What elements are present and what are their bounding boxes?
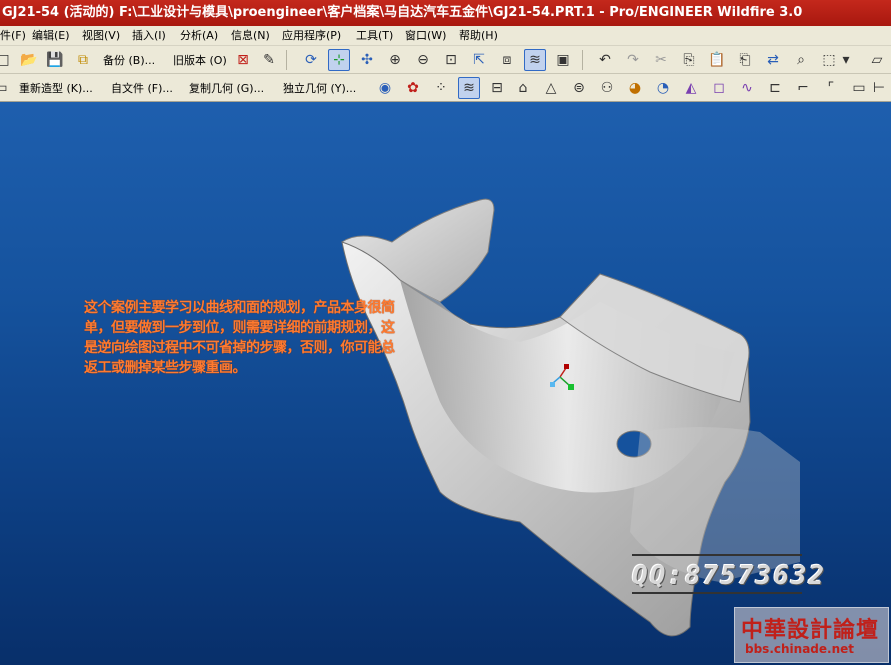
annotation-text: 这个案例主要学习以曲线和面的规划，产品本身很简单，但要做到一步到位，则需要详细的… [84,300,395,376]
selection-box-icon[interactable]: ⬚ [818,49,840,71]
trim-icon[interactable]: ⊢ [868,77,890,99]
menu-insert[interactable]: 插入(I) [132,26,166,46]
menu-bar: 件(F) 编辑(E) 视图(V) 插入(I) 分析(A) 信息(N) 应用程序(… [0,26,891,46]
view-manager-icon[interactable]: ⧈ [496,49,518,71]
menu-info[interactable]: 信息(N) [231,26,270,46]
blend-icon[interactable]: ⚇ [596,77,618,99]
new-file-icon[interactable]: □ [0,49,14,71]
paste-special-icon[interactable]: ⎗ [734,49,756,71]
zoom-out-icon[interactable]: ⊖ [412,49,434,71]
surface-icon[interactable]: ▭ [848,77,870,99]
zoom-fit-icon[interactable]: ⊡ [440,49,462,71]
copy-icon[interactable]: ⎘ [678,49,700,71]
main-toolbar: □ 📂 💾 ⧉ 备份 (B)... 旧版本 (O) ⊠ ✎ ⟳ ⊹ ✣ ⊕ ⊖ … [0,46,891,74]
menu-view[interactable]: 视图(V) [82,26,120,46]
color-wheel-icon[interactable]: ✿ [402,77,424,99]
dropdown-arrow-icon[interactable]: ▾ [840,49,852,71]
forum-logo-url: bbs.chinade.net [745,642,854,656]
menu-applications[interactable]: 应用程序(P) [282,26,341,46]
regenerate-icon[interactable]: ⟳ [300,49,322,71]
boundary-icon[interactable]: ⊏ [764,77,786,99]
toolbar-separator [286,50,287,70]
graphics-viewport[interactable]: 这个案例主要学习以曲线和面的规划，产品本身很简单，但要做到一步到位，则需要详细的… [0,102,891,665]
window-title: GJ21-54 (活动的) F:\工业设计与模具\proengineer\客户档… [0,0,891,26]
cut-icon[interactable]: ✂ [650,49,672,71]
menu-window[interactable]: 窗口(W) [405,26,446,46]
qq-watermark: QQ:87573632 [632,554,824,594]
saved-views-icon[interactable]: ▣ [552,49,574,71]
appearance-icon[interactable]: ◉ [374,77,396,99]
feature-toolbar: ▭ 重新造型 (K)... 自文件 (F)... 复制几何 (G)... 独立几… [0,74,891,102]
backup-button[interactable]: 备份 (B)... [100,49,158,71]
sketch-plane-icon[interactable]: ▱ [866,49,888,71]
no-hidden-icon[interactable]: ◻ [708,77,730,99]
edge-icon[interactable]: ⌐ [792,77,814,99]
copy-geometry-button[interactable]: 复制几何 (G)... [186,77,267,99]
menu-file[interactable]: 件(F) [0,26,26,46]
curve-icon[interactable]: ∿ [736,77,758,99]
forum-logo: 中華設計論壇 bbs.chinade.net [734,607,889,663]
redo-icon[interactable]: ↷ [622,49,644,71]
shape-icon[interactable]: ▭ [0,77,12,99]
datum-plane-icon[interactable]: ⊟ [486,77,508,99]
sketch-tool-icon[interactable]: ✣ [356,49,378,71]
reorient-icon[interactable]: ⇱ [468,49,490,71]
paste-icon[interactable]: 📋 [706,49,728,71]
old-version-button[interactable]: 旧版本 (O) [170,49,230,71]
corner-icon[interactable]: ⌜ [820,77,842,99]
undo-icon[interactable]: ↶ [594,49,616,71]
from-file-button[interactable]: 自文件 (F)... [108,77,176,99]
save-copy-icon[interactable]: ⧉ [72,49,94,71]
revolve-icon[interactable]: △ [540,77,562,99]
wireframe-icon[interactable]: ◔ [652,77,674,99]
menu-edit[interactable]: 编辑(E) [32,26,70,46]
open-file-icon[interactable]: 📂 [18,49,40,71]
find-icon[interactable]: ⌕ [790,49,812,71]
datum-point-icon[interactable]: ⁘ [430,77,452,99]
layer-tree-icon[interactable]: ≋ [458,77,480,99]
restyle-button[interactable]: 重新造型 (K)... [16,77,96,99]
edit-pencil-icon[interactable]: ✎ [258,49,280,71]
extrude-icon[interactable]: ⌂ [512,77,534,99]
menu-tools[interactable]: 工具(T) [356,26,393,46]
layers-icon[interactable]: ≋ [524,49,546,71]
hidden-line-icon[interactable]: ◭ [680,77,702,99]
independent-geometry-button[interactable]: 独立几何 (Y)... [280,77,359,99]
toolbar-separator [582,50,583,70]
shade-icon[interactable]: ◕ [624,77,646,99]
close-window-icon[interactable]: ⊠ [232,49,254,71]
sweep-icon[interactable]: ⊜ [568,77,590,99]
zoom-in-icon[interactable]: ⊕ [384,49,406,71]
forum-logo-cn: 中華設計論壇 [741,617,880,643]
save-icon[interactable]: 💾 [44,49,66,71]
menu-help[interactable]: 帮助(H) [459,26,498,46]
menu-analysis[interactable]: 分析(A) [180,26,218,46]
datum-axis-icon[interactable]: ⊹ [328,49,350,71]
regenerate-manager-icon[interactable]: ⇄ [762,49,784,71]
